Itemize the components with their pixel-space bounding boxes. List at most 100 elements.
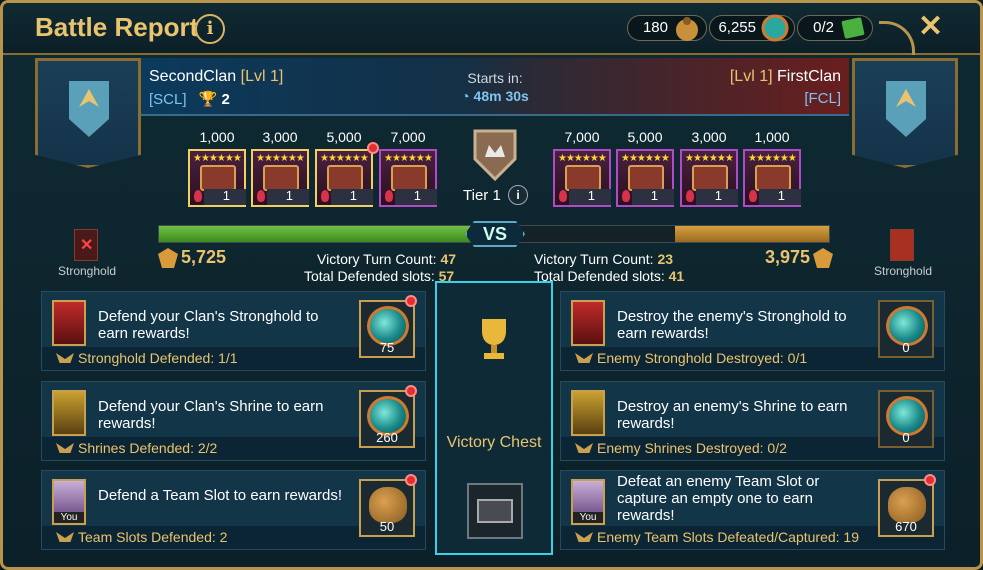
quest-description: Defend your Clan's Shrine to earn reward…: [98, 398, 324, 432]
info-button[interactable]: i: [195, 14, 225, 44]
chest-count: 1: [222, 188, 230, 203]
quest-description: Destroy the enemy's Stronghold to earn r…: [617, 308, 847, 342]
chest-count: 1: [349, 188, 357, 203]
reward-slot[interactable]: 260: [359, 390, 415, 448]
left-chest-slot[interactable]: ★★★★★★ 1: [379, 149, 437, 207]
close-button[interactable]: ✕: [918, 12, 943, 42]
right-chest-slot[interactable]: ★★★★★★ 1: [680, 149, 738, 207]
right-clan-banner: [852, 58, 958, 168]
right-chest-slot[interactable]: ★★★★★★ 1: [553, 149, 611, 207]
chest-count: 1: [285, 188, 293, 203]
right-chest-value: 1,000: [754, 129, 790, 145]
ticket-counter: 0/2: [797, 15, 873, 41]
shrine-icon: [52, 390, 86, 436]
right-chest-value: 5,000: [627, 129, 663, 145]
reward-slot[interactable]: 0: [878, 390, 934, 448]
right-score: 3,975: [765, 247, 811, 267]
reward-slot[interactable]: 670: [878, 479, 934, 537]
quest-status: Enemy Shrines Destroyed: 0/2: [597, 440, 787, 456]
left-stronghold-icon[interactable]: ✕: [74, 229, 98, 261]
chest-icon: [263, 165, 299, 191]
flame-icon: [749, 190, 757, 202]
gold-value: 180: [642, 19, 668, 36]
countdown-value: 48m 30s: [473, 88, 529, 104]
chest-count: 1: [777, 188, 785, 203]
star-rating: ★★★★★★: [384, 153, 433, 164]
header-bar: Battle Report i 180 6,255 0/2 ✕: [3, 3, 980, 55]
destroyed-x-icon: ✕: [80, 237, 94, 254]
left-turn-label: Victory Turn Count:: [317, 251, 437, 267]
left-turn-value: 47: [440, 251, 457, 267]
reward-slot[interactable]: 75: [359, 300, 415, 358]
left-slots-label: Total Defended slots:: [304, 268, 435, 284]
left-chest-slot[interactable]: ★★★★★★ 1: [188, 149, 246, 207]
battle-report-window: Battle Report i 180 6,255 0/2 ✕ SecondCl…: [0, 0, 983, 570]
flame-icon: [559, 190, 567, 202]
reward-slot[interactable]: 50: [359, 479, 415, 537]
left-stronghold-label: Stronghold: [58, 264, 117, 278]
right-stronghold-icon[interactable]: [890, 229, 914, 261]
chest-count: 1: [650, 188, 658, 203]
victory-chest-panel[interactable]: Victory Chest: [435, 281, 553, 555]
left-quest-row[interactable]: Defend your Clan's Shrine to earn reward…: [41, 381, 426, 461]
countdown-timer: ◔ 48m 30s: [141, 88, 849, 104]
chest-icon: [391, 165, 427, 191]
clan-versus-bar: SecondClan [Lvl 1] [SCL] 🏆 2 Starts in: …: [141, 58, 849, 116]
star-rating: ★★★★★★: [621, 153, 670, 164]
quest-status: Enemy Team Slots Defeated/Captured: 19: [597, 529, 860, 545]
gem-counter: 6,255: [709, 14, 795, 42]
clan-emblem-icon: [886, 81, 926, 137]
quest-status: Stronghold Defended: 1/1: [78, 350, 238, 366]
stronghold-icon: [52, 300, 86, 346]
right-chest-slot[interactable]: ★★★★★★ 1: [616, 149, 674, 207]
left-chest-value: 3,000: [262, 129, 298, 145]
left-victory-turn: Victory Turn Count: 47: [317, 251, 456, 267]
chest-icon: [628, 165, 664, 191]
right-chest-slot[interactable]: ★★★★★★ 1: [743, 149, 801, 207]
right-quest-row[interactable]: Destroy an enemy's Shrine to earn reward…: [560, 381, 945, 461]
gold-bag-icon: [676, 17, 698, 41]
wing-icon: [575, 532, 593, 542]
left-progress-fill: [159, 226, 481, 242]
flame-icon: [622, 190, 630, 202]
chest-icon: [692, 165, 728, 191]
gem-value: 6,255: [718, 19, 756, 36]
chest-count: 1: [413, 188, 421, 203]
team-slot-avatar: You: [52, 479, 86, 525]
header-ornament: [879, 21, 915, 55]
left-chest-slot[interactable]: ★★★★★★ 1: [315, 149, 373, 207]
gold-counter: 180: [627, 15, 707, 41]
left-quest-row[interactable]: You Defend a Team Slot to earn rewards! Te…: [41, 470, 426, 550]
wing-icon: [575, 353, 593, 363]
reward-amount: 260: [376, 430, 398, 445]
chest-icon: [327, 165, 363, 191]
tier-info-button[interactable]: i: [508, 185, 528, 205]
left-chest-slot[interactable]: ★★★★★★ 1: [251, 149, 309, 207]
stronghold-icon: [571, 300, 605, 346]
wing-icon: [56, 532, 74, 542]
quest-status: Team Slots Defended: 2: [78, 529, 228, 545]
tier-label: Tier 1: [463, 187, 501, 204]
right-quest-row[interactable]: You Defeat an enemy Team Slot or capture …: [560, 470, 945, 550]
wing-icon: [56, 443, 74, 453]
right-turn-label: Victory Turn Count:: [534, 251, 654, 267]
tier-shield-icon: [473, 129, 517, 182]
reward-amount: 670: [895, 519, 917, 534]
chest-count: 1: [714, 188, 722, 203]
gold-bag-icon: [888, 487, 926, 523]
shrine-icon: [571, 390, 605, 436]
chest-count: 1: [587, 188, 595, 203]
flame-icon: [385, 190, 393, 202]
right-turn-value: 23: [657, 251, 674, 267]
right-slots-value: 41: [668, 268, 685, 284]
left-clan-banner: [35, 58, 141, 168]
right-quest-row[interactable]: Destroy the enemy's Stronghold to earn r…: [560, 291, 945, 371]
left-defended-slots: Total Defended slots: 57: [304, 268, 454, 284]
quest-status: Enemy Stronghold Destroyed: 0/1: [597, 350, 808, 366]
quest-description: Defeat an enemy Team Slot or capture an …: [617, 473, 820, 524]
right-defended-slots: Total Defended slots: 41: [534, 268, 684, 284]
left-quest-row[interactable]: Defend your Clan's Stronghold to earn re…: [41, 291, 426, 371]
reward-slot[interactable]: 0: [878, 300, 934, 358]
right-victory-turn: Victory Turn Count: 23: [534, 251, 673, 267]
right-clan-name: [Lvl 1] FirstClan: [730, 68, 841, 86]
